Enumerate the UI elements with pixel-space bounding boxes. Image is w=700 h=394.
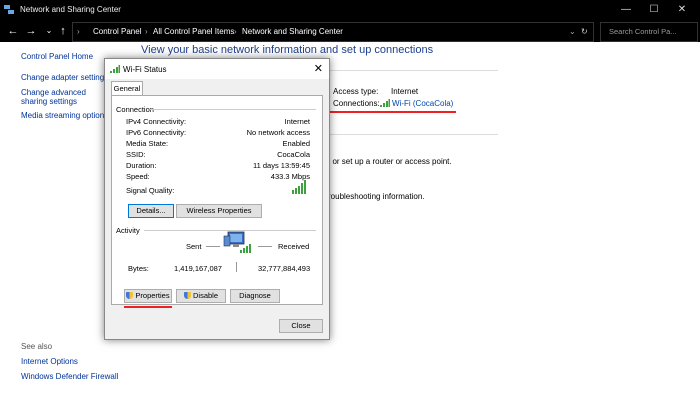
search-placeholder: Search Control Pa... [609,27,677,36]
see-also-internet-options[interactable]: Internet Options [21,357,78,366]
navigation-bar: ← → ⌄ ↑ › Control Panel › All Control Pa… [0,20,700,42]
bytes-received-value: 32,777,884,493 [258,264,311,273]
bytes-divider [236,262,237,272]
page-title: View your basic network information and … [141,44,434,56]
recent-dropdown-icon[interactable]: ⌄ [42,23,56,39]
media-state-value: Enabled [282,139,310,148]
dialog-title-bar: Wi-Fi Status ✕ [105,59,329,79]
wifi-signal-icon [110,65,120,73]
shield-icon [126,292,134,299]
activity-section-label: Activity [116,226,140,235]
bytes-label: Bytes: [128,264,149,273]
network-icon [4,5,14,14]
ssid-label: SSID: [126,150,146,159]
back-button[interactable]: ← [6,23,20,39]
divider [328,70,498,71]
duration-value: 11 days 13:59:45 [253,161,310,170]
wifi-signal-icon [380,99,390,107]
sidebar-item-adapter-settings[interactable]: Change adapter settings [21,73,108,82]
duration-label: Duration: [126,161,157,170]
sidebar-item-advanced-sharing[interactable]: Change advanced sharing settings [21,88,111,106]
speed-label: Speed: [126,172,150,181]
setup-connection-text: ; or set up a router or access point. [328,157,452,166]
close-window-button[interactable]: ✕ [668,2,696,18]
minimize-button[interactable]: — [612,2,640,18]
highlight-underline [330,111,456,113]
breadcrumb-all-items[interactable]: All Control Panel Items [153,27,234,36]
dialog-close-button[interactable]: Close [279,319,323,333]
refresh-icon[interactable]: ↻ [581,27,588,36]
connection-section-label: Connection [116,105,154,114]
title-bar: Network and Sharing Center — ☐ ✕ [0,0,700,20]
sent-line [206,246,220,247]
received-line [258,246,272,247]
address-bar[interactable]: › Control Panel › All Control Panel Item… [72,22,594,42]
ipv4-value: Internet [284,117,310,126]
dialog-close-icon[interactable]: ✕ [314,62,323,75]
network-sharing-center-window: Network and Sharing Center — ☐ ✕ ← → ⌄ ↑… [0,0,700,394]
dialog-title: Wi-Fi Status [123,65,167,74]
chevron-down-icon[interactable]: ⌄ [569,27,576,36]
ipv4-label: IPv4 Connectivity: [126,117,187,126]
ipv6-value: No network access [246,128,310,137]
network-computer-icon [223,231,251,253]
highlight-underline [124,306,172,308]
connections-label: Connections: [333,99,380,108]
search-input[interactable]: Search Control Pa... [600,22,698,42]
shield-icon [183,292,191,299]
signal-strength-icon [292,180,308,194]
diagnose-button[interactable]: Diagnose [230,289,280,303]
ipv6-label: IPv6 Connectivity: [126,128,187,137]
sidebar-item-media-streaming[interactable]: Media streaming options [21,111,108,120]
access-type-value: Internet [391,87,419,96]
access-type-label: Access type: [333,87,379,96]
sent-label: Sent [186,242,202,251]
divider [328,134,498,135]
window-title: Network and Sharing Center [20,5,121,14]
breadcrumb-network-center[interactable]: Network and Sharing Center [242,27,343,36]
troubleshoot-text: roubleshooting information. [328,192,425,201]
disable-button[interactable]: Disable [176,289,226,303]
properties-button-label: Properties [135,291,170,300]
chevron-right-icon: › [234,27,237,36]
wifi-status-dialog: Wi-Fi Status ✕ General Connection IPv4 C… [104,58,330,340]
chevron-right-icon: › [77,27,80,36]
see-also-firewall[interactable]: Windows Defender Firewall [21,372,118,381]
received-label: Received [278,242,310,251]
media-state-label: Media State: [126,139,169,148]
breadcrumb-control-panel[interactable]: Control Panel [93,27,141,36]
bytes-sent-value: 1,419,167,087 [174,264,222,273]
properties-button[interactable]: Properties [124,289,172,303]
sidebar-control-panel-home[interactable]: Control Panel Home [21,52,93,61]
tab-general[interactable]: General [111,81,143,96]
up-button[interactable]: ↑ [56,23,70,39]
see-also-heading: See also [21,342,53,351]
disable-button-label: Disable [192,291,218,300]
signal-quality-label: Signal Quality: [126,186,175,195]
details-button[interactable]: Details... [128,204,174,218]
maximize-button[interactable]: ☐ [640,2,668,18]
section-divider [150,109,316,110]
wireless-properties-button[interactable]: Wireless Properties [176,204,262,218]
forward-button[interactable]: → [24,23,38,39]
chevron-right-icon: › [145,27,148,36]
general-panel: Connection IPv4 Connectivity: Internet I… [111,95,323,308]
ssid-value: CocaCola [277,150,310,159]
connection-link-wifi[interactable]: Wi-Fi (CocaCola) [392,99,453,108]
